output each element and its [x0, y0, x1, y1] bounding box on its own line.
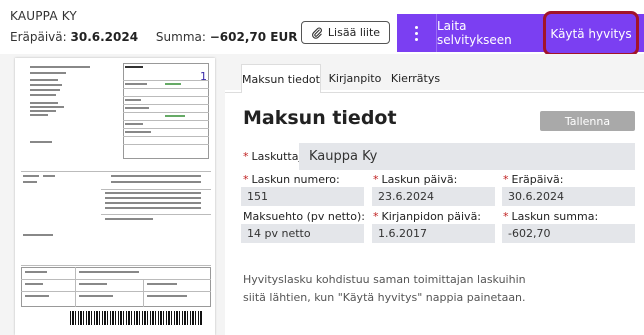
sum-label: Summa:	[155, 30, 206, 44]
invoice-number-field[interactable]: 151	[241, 187, 364, 206]
booking-date-field[interactable]: 1.6.2017	[372, 224, 495, 243]
tab-payment-details[interactable]: Maksun tiedot	[241, 64, 321, 93]
sum-value: −602,70 EUR	[209, 30, 298, 44]
due-date-label: * Eräpäivä:	[503, 173, 564, 186]
invoice-date-field[interactable]: 23.6.2024	[372, 187, 495, 206]
payment-terms-label: Maksuehto (pv netto):	[243, 210, 365, 223]
invoice-date-label: * Laskun päivä:	[373, 173, 458, 186]
invoice-number-label: * Laskun numero:	[243, 173, 340, 186]
payment-terms-field[interactable]: 14 pv netto	[241, 224, 364, 243]
save-button[interactable]: Tallenna	[540, 111, 635, 131]
invoice-document-image[interactable]	[15, 58, 215, 335]
add-attachment-label: Lisää liite	[327, 26, 381, 39]
invoice-preview-panel: 1	[0, 54, 225, 335]
due-value: 30.6.2024	[70, 30, 139, 44]
paperclip-icon	[311, 27, 322, 39]
booking-date-label: * Kirjanpidon päivä:	[373, 210, 482, 223]
page-number: 1	[200, 70, 207, 83]
due-summary: Eräpäivä: 30.6.2024 Summa: −602,70 EUR	[10, 30, 297, 44]
tab-recycling[interactable]: Kierrätys	[388, 64, 443, 93]
tab-bookkeeping[interactable]: Kirjanpito	[325, 64, 385, 93]
due-label: Eräpäivä:	[10, 30, 67, 44]
form-title: Maksun tiedot	[243, 107, 397, 129]
invoice-amount-label: * Laskun summa:	[503, 210, 599, 223]
credit-info-text: Hyvityslasku kohdistuu saman toimittajan…	[243, 273, 526, 304]
more-vertical-icon	[415, 24, 418, 42]
barcode	[70, 311, 202, 325]
company-name: KAUPPA KY	[10, 9, 77, 23]
send-to-review-button[interactable]: Laita selvitykseen	[437, 14, 543, 52]
add-attachment-button[interactable]: Lisää liite	[301, 21, 390, 44]
due-date-field[interactable]: 30.6.2024	[502, 187, 635, 206]
invoice-amount-field[interactable]: -602,70	[502, 224, 635, 243]
use-credit-button[interactable]: Käytä hyvitys	[543, 11, 639, 56]
more-options-button[interactable]	[397, 14, 437, 52]
payee-field[interactable]: Kauppa Ky	[299, 143, 635, 170]
